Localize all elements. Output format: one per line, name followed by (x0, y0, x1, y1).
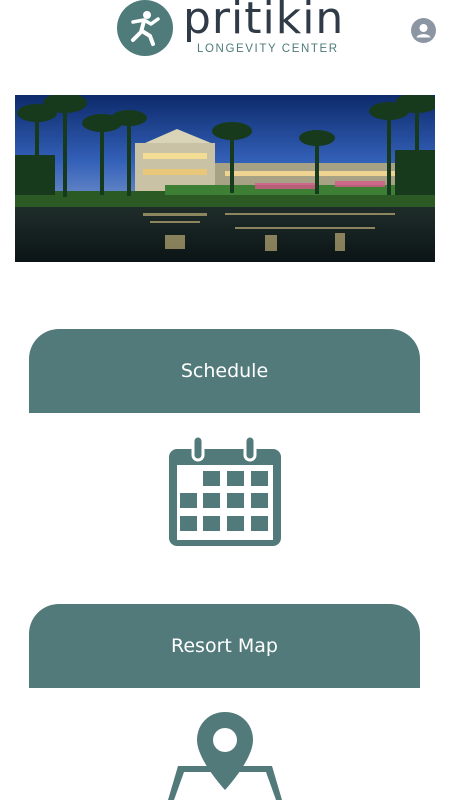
brand-name: pritikin (183, 0, 345, 44)
calendar-icon[interactable] (167, 434, 283, 553)
hero-image (15, 95, 435, 262)
resort-map-button[interactable]: Resort Map (29, 604, 420, 688)
map-pin-icon[interactable] (168, 710, 282, 800)
brand-tagline: LONGEVITY CENTER (197, 43, 339, 55)
app-header: pritikin LONGEVITY CENTER (0, 0, 450, 80)
user-account-icon[interactable] (411, 18, 436, 43)
pritikin-logo[interactable]: pritikin LONGEVITY CENTER (117, 0, 347, 62)
schedule-button[interactable]: Schedule (29, 329, 420, 413)
runner-logo-icon (117, 0, 173, 56)
